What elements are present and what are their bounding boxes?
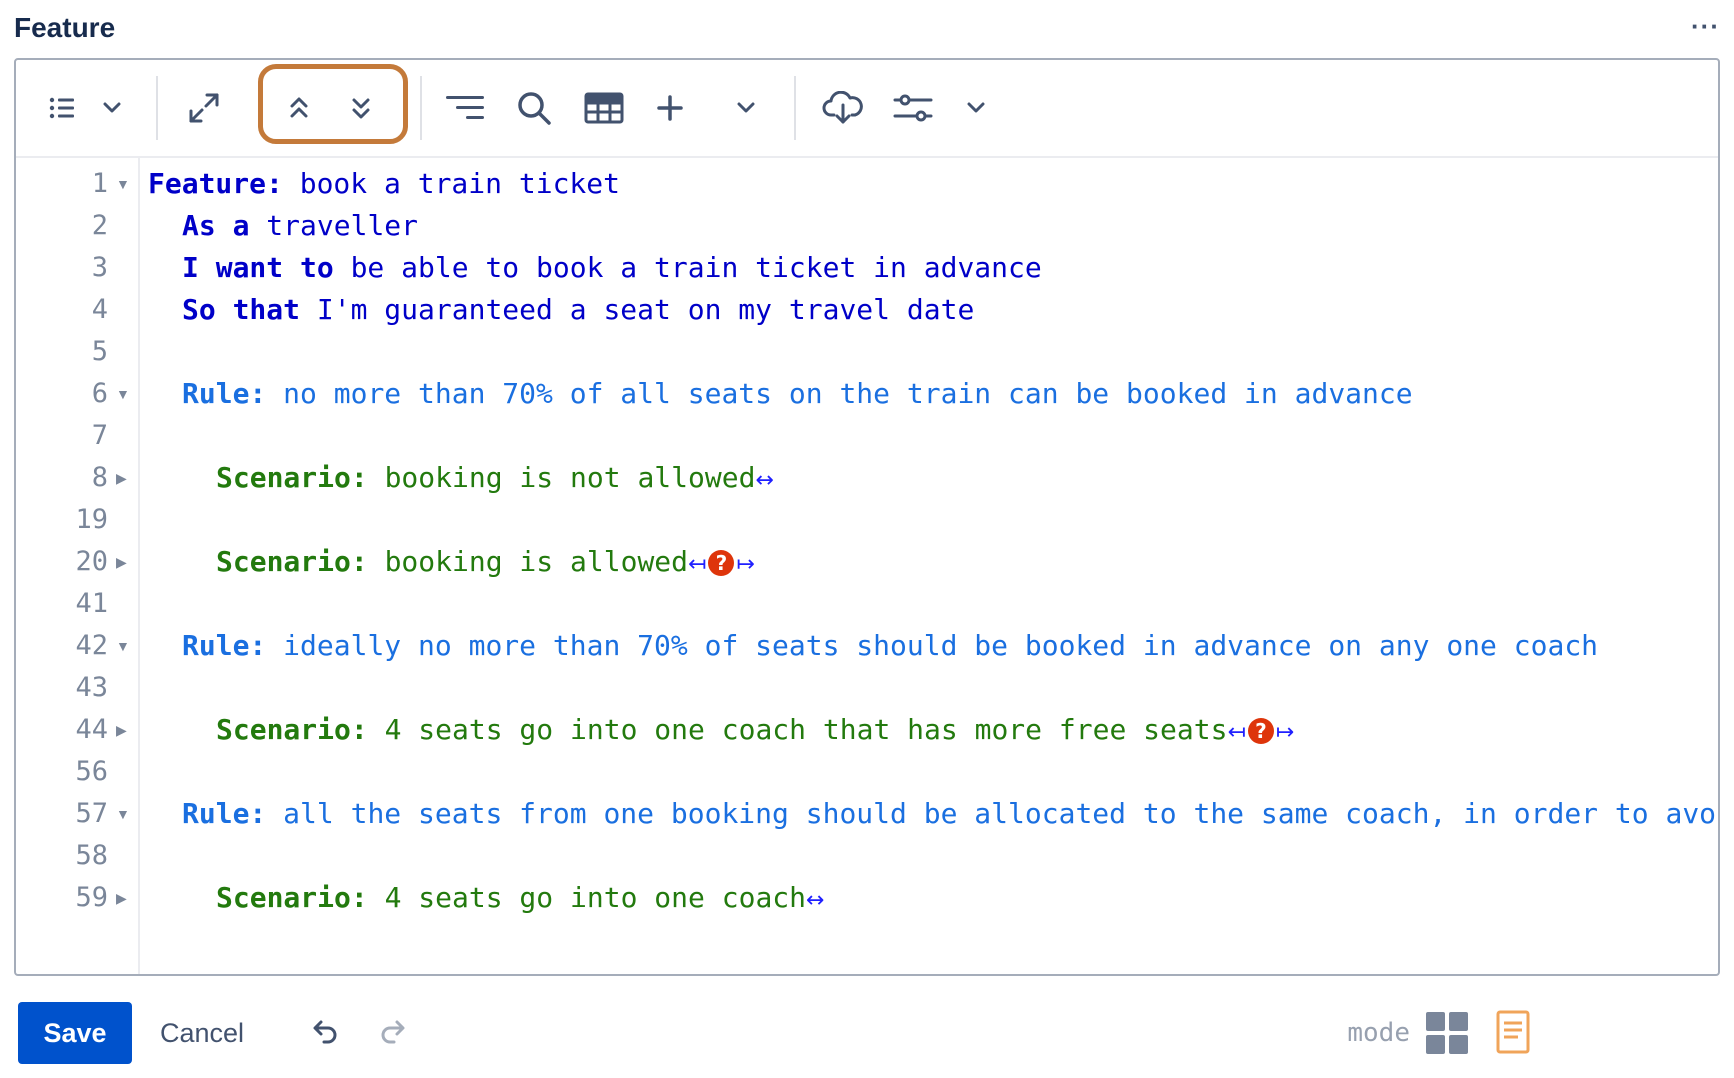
chevron-down-icon[interactable] [734,84,758,132]
code-line: Scenario: 4 seats go into one coach↔ [216,877,824,919]
cloud-download-icon[interactable] [820,84,866,132]
scenario-keyword: Scenario: [216,545,368,578]
line-number: 3 [91,252,108,283]
code-line: I want to be able to book a train ticket… [182,247,1042,289]
fold-toggle[interactable]: ▼ [116,373,130,415]
list-icon[interactable] [46,84,78,132]
line-number: 19 [75,504,108,535]
settings-sliders-icon[interactable] [890,84,936,132]
code-line: Scenario: 4 seats go into one coach that… [216,709,1294,751]
fold-toggle[interactable]: ▶ [116,457,127,499]
rule-text: all the seats from one booking should be… [266,797,1717,830]
right-marker-icon[interactable]: ↦ [736,552,754,577]
line-number: 41 [75,588,108,619]
feature-title: book a train ticket [282,167,621,200]
so-that-text: I'm guaranteed a seat on my travel date [300,293,975,326]
redo-icon[interactable] [378,1016,410,1053]
left-marker-icon[interactable]: ↤ [688,552,706,577]
line-number: 59 [75,882,108,913]
line-number-gutter: 1 ▼ 2 3 4 5 6 ▼ 7 8 ▶ 19 20 ▶ 41 42 ▼ 43… [16,156,140,974]
line-number: 8 [91,462,108,493]
rule-keyword: Rule: [182,629,267,662]
line-number: 42 [75,630,108,661]
more-options-button[interactable]: ··· [1691,8,1720,44]
scenario-keyword: Scenario: [216,881,368,914]
scenario-text: booking is not allowed [367,461,756,494]
line-number: 5 [91,336,108,367]
grid-view-icon[interactable] [1426,1012,1468,1059]
save-button[interactable]: Save [18,1002,132,1064]
rule-text: no more than 70% of all seats on the tra… [266,377,1413,410]
expand-icon[interactable] [184,84,224,132]
feature-editor: 1 ▼ 2 3 4 5 6 ▼ 7 8 ▶ 19 20 ▶ 41 42 ▼ 43… [14,58,1720,976]
fold-toggle[interactable]: ▼ [116,625,130,667]
chevron-down-icon[interactable] [100,84,124,132]
line-number: 6 [91,378,108,409]
outline-icon[interactable] [444,84,488,132]
cancel-button[interactable]: Cancel [146,1002,258,1064]
scenario-text: 4 seats go into one coach that has more … [367,713,1228,746]
i-want-keyword: I want to [182,251,334,284]
scenario-text: booking is allowed [367,545,689,578]
warning-icon[interactable]: ? [708,550,735,576]
line-number: 57 [75,798,108,829]
code-area[interactable]: Feature: book a train ticket As a travel… [140,156,1718,974]
right-marker-icon[interactable]: ↦ [1276,720,1294,745]
code-line: As a traveller [182,205,418,247]
fold-toggle[interactable]: ▶ [116,877,127,919]
line-number: 20 [75,546,108,577]
chevron-down-icon[interactable] [964,84,988,132]
line-number: 43 [75,672,108,703]
expand-all-icon[interactable] [346,84,376,132]
scenario-keyword: Scenario: [216,713,368,746]
code-line: Scenario: booking is allowed↤? ↦ [216,541,755,583]
i-want-text: be able to book a train ticket in advanc… [333,251,1042,284]
mode-label: mode [1347,1018,1410,1048]
as-a-keyword: As a [182,209,250,242]
scenario-text: 4 seats go into one coach [367,881,807,914]
rule-text: ideally no more than 70% of seats should… [266,629,1599,662]
code-line: Rule: no more than 70% of all seats on t… [182,373,1413,415]
scenario-keyword: Scenario: [216,461,368,494]
fold-toggle[interactable]: ▶ [116,541,127,583]
line-number: 2 [91,210,108,241]
editor-footer: Save Cancel mode [18,1000,1720,1066]
header: Feature ··· [14,8,1720,48]
code-line: Rule: all the seats from one booking sho… [182,793,1716,835]
rule-keyword: Rule: [182,377,267,410]
warning-icon[interactable]: ? [1247,718,1274,744]
feature-keyword: Feature: [148,167,283,200]
highlight-box [258,64,408,144]
line-number: 56 [75,756,108,787]
editor-toolbar [16,60,1718,158]
table-icon[interactable] [582,84,626,132]
fold-toggle[interactable]: ▶ [116,709,127,751]
code-line: Scenario: booking is not allowed↔ [216,457,774,499]
document-view-icon[interactable] [1496,1010,1530,1059]
code-line: So that I'm guaranteed a seat on my trav… [182,289,974,331]
toolbar-divider [794,76,796,140]
left-marker-icon[interactable]: ↤ [1227,720,1245,745]
line-number: 58 [75,840,108,871]
line-number: 7 [91,420,108,451]
toolbar-divider [420,76,422,140]
toolbar-divider [156,76,158,140]
collapsed-marker-icon[interactable]: ↔ [806,888,824,913]
rule-keyword: Rule: [182,797,267,830]
line-number: 44 [75,714,108,745]
plus-icon[interactable] [652,84,688,132]
line-number: 1 [91,168,108,199]
collapse-all-icon[interactable] [284,84,314,132]
search-icon[interactable] [512,84,556,132]
so-that-keyword: So that [182,293,301,326]
undo-icon[interactable] [308,1016,340,1053]
collapsed-marker-icon[interactable]: ↔ [755,468,773,493]
code-line: Feature: book a train ticket [148,163,620,205]
fold-toggle[interactable]: ▼ [116,163,130,205]
code-line: Rule: ideally no more than 70% of seats … [182,625,1598,667]
as-a-text: traveller [249,209,419,242]
fold-toggle[interactable]: ▼ [116,793,130,835]
line-number: 4 [91,294,108,325]
page-title: Feature [14,12,116,43]
